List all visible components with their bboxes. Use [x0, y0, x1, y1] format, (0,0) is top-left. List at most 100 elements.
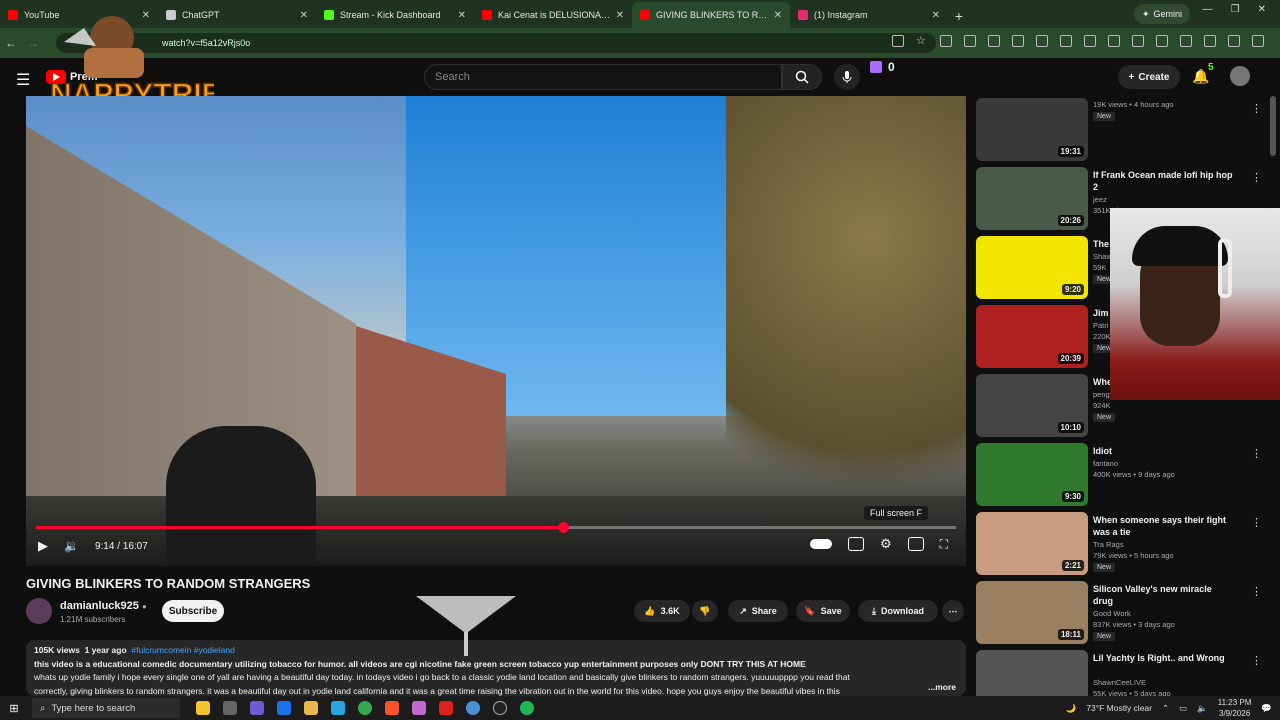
settings-gear-icon[interactable]: ⚙: [880, 536, 892, 552]
video-thumbnail[interactable]: 2:21: [976, 512, 1088, 575]
file-explorer-icon[interactable]: [304, 701, 318, 715]
chrome-icon[interactable]: [358, 701, 372, 715]
video-thumbnail[interactable]: 9:20: [976, 236, 1088, 299]
kebab-menu-icon[interactable]: ⋮: [1251, 447, 1262, 460]
video-player[interactable]: ▶ 🔉 9:14 / 16:07 ⚙ ⛶: [26, 96, 966, 566]
windows-start-icon[interactable]: ⊞: [0, 702, 28, 715]
extension-icon[interactable]: [1036, 35, 1048, 47]
copilot-app-icon[interactable]: [250, 701, 264, 715]
bookmark-star-icon[interactable]: ☆: [916, 35, 928, 47]
video-thumbnail[interactable]: 20:39: [976, 305, 1088, 368]
account-avatar[interactable]: [1230, 66, 1250, 86]
extension-icon[interactable]: [1228, 35, 1240, 47]
extension-icon[interactable]: [1084, 35, 1096, 47]
app-icon[interactable]: [493, 701, 507, 715]
spotify-icon[interactable]: [520, 701, 534, 715]
recommendation-title[interactable]: Idiot: [1093, 445, 1233, 457]
tray-chevron-icon[interactable]: ⌃: [1162, 703, 1169, 714]
recommendation-channel[interactable]: Tra Rags: [1093, 540, 1124, 549]
extension-icon[interactable]: [1060, 35, 1072, 47]
sidebar-scrollbar[interactable]: [1270, 96, 1276, 156]
video-thumbnail[interactable]: 18:11: [976, 581, 1088, 644]
video-thumbnail[interactable]: 19:31: [976, 98, 1088, 161]
show-more-link[interactable]: ...more: [924, 680, 956, 694]
restore-icon[interactable]: ❐: [1231, 4, 1240, 15]
kebab-menu-icon[interactable]: ⋮: [1251, 585, 1262, 598]
chrome-active-icon[interactable]: [466, 701, 480, 715]
extension-icon[interactable]: [1156, 35, 1168, 47]
progress-bar[interactable]: [36, 522, 956, 533]
app-icon[interactable]: [412, 701, 426, 715]
like-button[interactable]: 👍 3.6K: [634, 600, 690, 622]
tab-close-icon[interactable]: ✕: [458, 10, 466, 21]
tab-close-icon[interactable]: ✕: [616, 10, 624, 21]
play-icon[interactable]: ▶: [38, 538, 48, 554]
taskbar-search[interactable]: ⌕ Type here to search: [32, 698, 180, 718]
network-icon[interactable]: ▭: [1179, 703, 1187, 714]
theater-mode-icon[interactable]: [907, 537, 924, 551]
download-button[interactable]: ⤓ Download: [858, 600, 938, 622]
extension-icon[interactable]: [940, 35, 952, 47]
extension-icon[interactable]: [1204, 35, 1216, 47]
recommendation-item[interactable]: 19:31 19K views • 4 hours ago New ⋮: [976, 96, 1268, 165]
recommendation-channel[interactable]: Patri: [1093, 321, 1108, 330]
kebab-menu-icon[interactable]: ⋮: [1251, 171, 1262, 184]
notification-center-icon[interactable]: 💬: [1261, 703, 1272, 714]
recommendation-title[interactable]: If Frank Ocean made lofi hip hop 2: [1093, 169, 1233, 193]
recommendation-title[interactable]: When someone says their fight was a tie: [1093, 514, 1233, 538]
recommendation-channel[interactable]: peng: [1093, 390, 1110, 399]
voice-search-button[interactable]: [834, 64, 860, 90]
channel-avatar[interactable]: [26, 598, 52, 624]
kebab-menu-icon[interactable]: ⋮: [1251, 102, 1262, 115]
recommendation-item[interactable]: TRASH!15:21 Lil Yachty Is Right.. and Wro…: [976, 648, 1268, 696]
recommendation-item[interactable]: 18:11 Silicon Valley's new miracle drug Go…: [976, 579, 1268, 648]
recommendation-title[interactable]: Lil Yachty Is Right.. and Wrong: [1093, 652, 1233, 664]
recommendation-channel[interactable]: Shaw: [1093, 252, 1112, 261]
app-icon[interactable]: [439, 701, 453, 715]
dislike-button[interactable]: 👎: [692, 600, 718, 622]
extension-icon[interactable]: [1012, 35, 1024, 47]
search-button[interactable]: [782, 64, 822, 90]
video-thumbnail[interactable]: 10:10: [976, 374, 1088, 437]
install-icon[interactable]: [892, 35, 904, 47]
autoplay-toggle-icon[interactable]: [809, 539, 832, 549]
create-button[interactable]: + Create: [1118, 65, 1180, 89]
recommendation-channel[interactable]: fantano: [1093, 459, 1118, 468]
tab-close-icon[interactable]: ✕: [300, 10, 308, 21]
new-tab-button[interactable]: +: [948, 4, 970, 28]
edge-icon[interactable]: [331, 701, 345, 715]
recommendation-title[interactable]: Silicon Valley's new miracle drug: [1093, 583, 1233, 607]
fullscreen-icon[interactable]: ⛶: [940, 537, 948, 552]
save-button[interactable]: 🔖 Save: [796, 600, 850, 622]
recommendation-item[interactable]: 2:21 When someone says their fight was a …: [976, 510, 1268, 579]
more-actions-button[interactable]: ⋯: [942, 600, 964, 622]
taskbar-clock[interactable]: 11:23 PM 3/9/2026: [1218, 697, 1252, 719]
extension-icon[interactable]: [1252, 35, 1264, 47]
tab-close-icon[interactable]: ✕: [774, 10, 782, 21]
share-button[interactable]: ↗ Share: [728, 600, 788, 622]
channel-name[interactable]: damianluck925 ●: [60, 600, 147, 612]
hamburger-menu-icon[interactable]: ☰: [16, 70, 30, 90]
task-view-icon[interactable]: [223, 701, 237, 715]
hashtags[interactable]: #fulcrumcomein #yodieland: [131, 645, 234, 655]
search-input[interactable]: Search: [424, 64, 782, 90]
browser-tab[interactable]: Stream - Kick Dashboard ✕: [316, 2, 474, 28]
copilot-icon[interactable]: [196, 701, 210, 715]
recommendation-channel[interactable]: jeez: [1093, 195, 1107, 204]
minimize-icon[interactable]: —: [1203, 4, 1213, 15]
forward-icon[interactable]: →: [22, 36, 44, 50]
volume-icon[interactable]: 🔈: [1197, 703, 1208, 714]
notification-bell-icon[interactable]: 🔔: [1192, 68, 1209, 85]
kick-chat-counter[interactable]: 0: [870, 60, 895, 74]
weather-text[interactable]: 73°F Mostly clear: [1086, 703, 1152, 713]
recommendation-channel[interactable]: ShawnCeeLIVE: [1093, 678, 1146, 687]
mail-icon[interactable]: [277, 701, 291, 715]
browser-tab[interactable]: GIVING BLINKERS TO RANDOM ✕: [632, 2, 790, 28]
extension-icon[interactable]: [1132, 35, 1144, 47]
kebab-menu-icon[interactable]: ⋮: [1251, 516, 1262, 529]
recommendation-item[interactable]: 9:30 Idiot fantano 400K views • 9 days ago ⋮: [976, 441, 1268, 510]
extension-icon[interactable]: [1108, 35, 1120, 47]
subscribe-button[interactable]: Subscribe: [162, 600, 224, 622]
volume-icon[interactable]: 🔉: [64, 539, 79, 553]
back-icon[interactable]: ←: [0, 36, 22, 50]
